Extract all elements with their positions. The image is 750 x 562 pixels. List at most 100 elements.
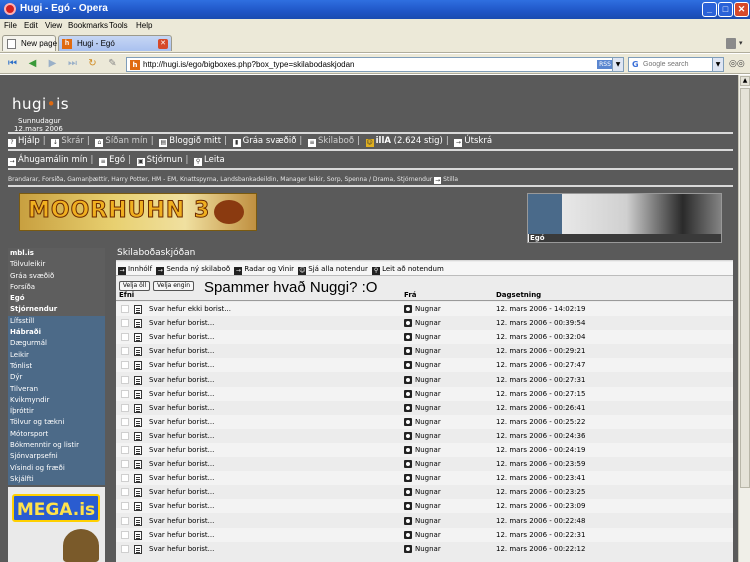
message-subject[interactable]: Svar hefur borist... [149,344,214,358]
tab-close-icon[interactable]: ✕ [158,39,168,49]
trash-icon[interactable] [726,38,736,49]
message-subject[interactable]: Svar hefur borist... [149,429,214,443]
message-subject[interactable]: Svar hefur borist... [149,387,214,401]
nav-username[interactable]: illA [376,136,391,146]
message-sender[interactable]: Nugnar [415,373,441,387]
row-checkbox[interactable] [121,389,129,398]
menu-tools[interactable]: Tools [109,21,128,30]
nav-help[interactable]: Hjálp [18,136,40,146]
row-checkbox[interactable] [121,530,129,539]
menu-file[interactable]: File [4,21,17,30]
sidebar-item[interactable]: Mótorsport [8,429,105,440]
table-row[interactable]: Svar hefur borist... Nugnar 12. mars 2006 … [116,542,733,556]
close-window-button[interactable]: ✕ [734,2,749,17]
nav-grey-area[interactable]: Gráa svæðið [243,136,297,146]
rss-icon[interactable]: RSS [597,60,613,69]
message-subject[interactable]: Svar hefur ekki borist... [149,302,231,316]
binoculars-icon[interactable]: ◎◎ [729,59,745,69]
row-checkbox[interactable] [121,347,129,356]
moorhuhn-banner[interactable]: MOORHUHN 3 [19,193,257,231]
interest-list-text[interactable]: Brandarar, Forsíða, Gamanþættir, Harry P… [8,176,432,183]
fast-forward-icon[interactable]: ⏭ [66,58,79,70]
action-send-new[interactable]: Senda ný skilaboð [166,265,230,273]
table-row[interactable]: Svar hefur ekki borist... Nugnar 12. mars … [116,302,733,316]
message-subject[interactable]: Svar hefur borist... [149,514,214,528]
message-subject[interactable]: Svar hefur borist... [149,330,214,344]
row-checkbox[interactable] [121,488,129,497]
sidebar-item[interactable]: Tónlist [8,361,105,372]
sidebar-item[interactable]: Dýr [8,372,105,383]
chevron-down-icon[interactable]: ▼ [612,58,623,71]
row-checkbox[interactable] [121,474,129,483]
message-subject[interactable]: Svar hefur borist... [149,443,214,457]
select-none-button[interactable]: Velja engin [153,281,194,291]
row-checkbox[interactable] [121,319,129,328]
message-subject[interactable]: Svar hefur borist... [149,457,214,471]
sidebar-item[interactable]: Egó [8,293,105,304]
table-row[interactable]: Svar hefur borist... Nugnar 12. mars 2006 … [116,358,733,373]
edit-icon[interactable]: ✎ [106,58,119,70]
table-row[interactable]: Svar hefur borist... Nugnar 12. mars 2006 … [116,414,733,429]
sidebar-item[interactable]: Tölvur og tækni [8,417,105,428]
message-subject[interactable]: Svar hefur borist... [149,373,214,387]
rewind-icon[interactable]: ⏮ [6,58,19,70]
table-row[interactable]: Svar hefur borist... Nugnar 12. mars 2006 … [116,471,733,486]
sidebar-item[interactable]: Tölvuleikir [8,259,105,270]
settings-link[interactable]: Stilla [443,176,458,183]
row-checkbox[interactable] [121,460,129,469]
table-row[interactable]: Svar hefur borist... Nugnar 12. mars 2006 … [116,443,733,457]
row-checkbox[interactable] [121,516,129,525]
search-input[interactable] [643,59,709,70]
table-row[interactable]: Svar hefur borist... Nugnar 12. mars 2006 … [116,373,733,387]
sidebar-item[interactable]: Tilveran [8,384,105,395]
message-subject[interactable]: Svar hefur borist... [149,316,214,330]
row-checkbox[interactable] [121,446,129,454]
column-date[interactable]: Dagsetning [496,291,541,299]
maximize-button[interactable]: □ [718,2,733,17]
message-sender[interactable]: Nugnar [415,499,441,513]
sidebar-item[interactable]: Leikir [8,350,105,361]
table-row[interactable]: Svar hefur borist... Nugnar 12. mars 2006 … [116,429,733,443]
tab-hugi-ego[interactable]: h Hugi - Egó ✕ [58,35,172,51]
nav-search[interactable]: Leita [204,155,225,165]
message-sender[interactable]: Nugnar [415,485,441,499]
sidebar-item[interactable]: Stjórnendur [8,304,105,315]
table-row[interactable]: Svar hefur borist... Nugnar 12. mars 2006 … [116,316,733,330]
nav-files[interactable]: Skrár [61,136,84,146]
back-icon[interactable]: ◀ [26,58,39,70]
menu-bookmarks[interactable]: Bookmarks [68,21,108,30]
row-checkbox[interactable] [121,333,129,342]
action-inbox[interactable]: Innhólf [128,265,152,273]
ego-banner[interactable]: Egó [527,193,722,243]
forward-icon[interactable]: ▶ [46,58,59,70]
search-box[interactable]: G ▼ [628,57,724,72]
message-sender[interactable]: Nugnar [415,514,441,528]
table-row[interactable]: Svar hefur borist... Nugnar 12. mars 2006 … [116,344,733,358]
vertical-scrollbar[interactable]: ▲ [738,75,750,562]
nav-my-page[interactable]: Síðan mín [105,136,147,146]
nav-blog[interactable]: Bloggið mitt [169,136,221,146]
message-sender[interactable]: Nugnar [415,401,441,415]
sidebar-item[interactable]: Vísindi og fræði [8,463,105,474]
message-sender[interactable]: Nugnar [415,415,441,429]
action-radar-friends[interactable]: Radar og Vinir [244,265,294,273]
message-subject[interactable]: Svar hefur borist... [149,358,214,372]
sidebar-item[interactable]: Hábraði [8,327,105,338]
nav-my-interests[interactable]: Áhugamálin mín [18,155,88,165]
minimize-button[interactable]: _ [702,2,717,17]
action-all-users[interactable]: Sjá alla notendur [308,265,368,273]
message-sender[interactable]: Nugnar [415,542,441,556]
select-all-button[interactable]: Velja öll [119,281,150,291]
message-sender[interactable]: Nugnar [415,344,441,358]
mega-banner[interactable]: MEGA.is [8,487,105,562]
message-subject[interactable]: Svar hefur borist... [149,401,214,415]
message-sender[interactable]: Nugnar [415,358,441,372]
menu-edit[interactable]: Edit [24,21,38,30]
nav-messages[interactable]: Skilaboð [318,136,354,146]
sidebar-item[interactable]: Sjónvarpsefni [8,451,105,462]
message-sender[interactable]: Nugnar [415,528,441,542]
message-sender[interactable]: Nugnar [415,443,441,457]
scrollbar-thumb[interactable] [740,88,750,488]
sidebar-item[interactable]: Lífsstíll [8,316,105,327]
nav-logout[interactable]: Útskrá [464,136,492,146]
